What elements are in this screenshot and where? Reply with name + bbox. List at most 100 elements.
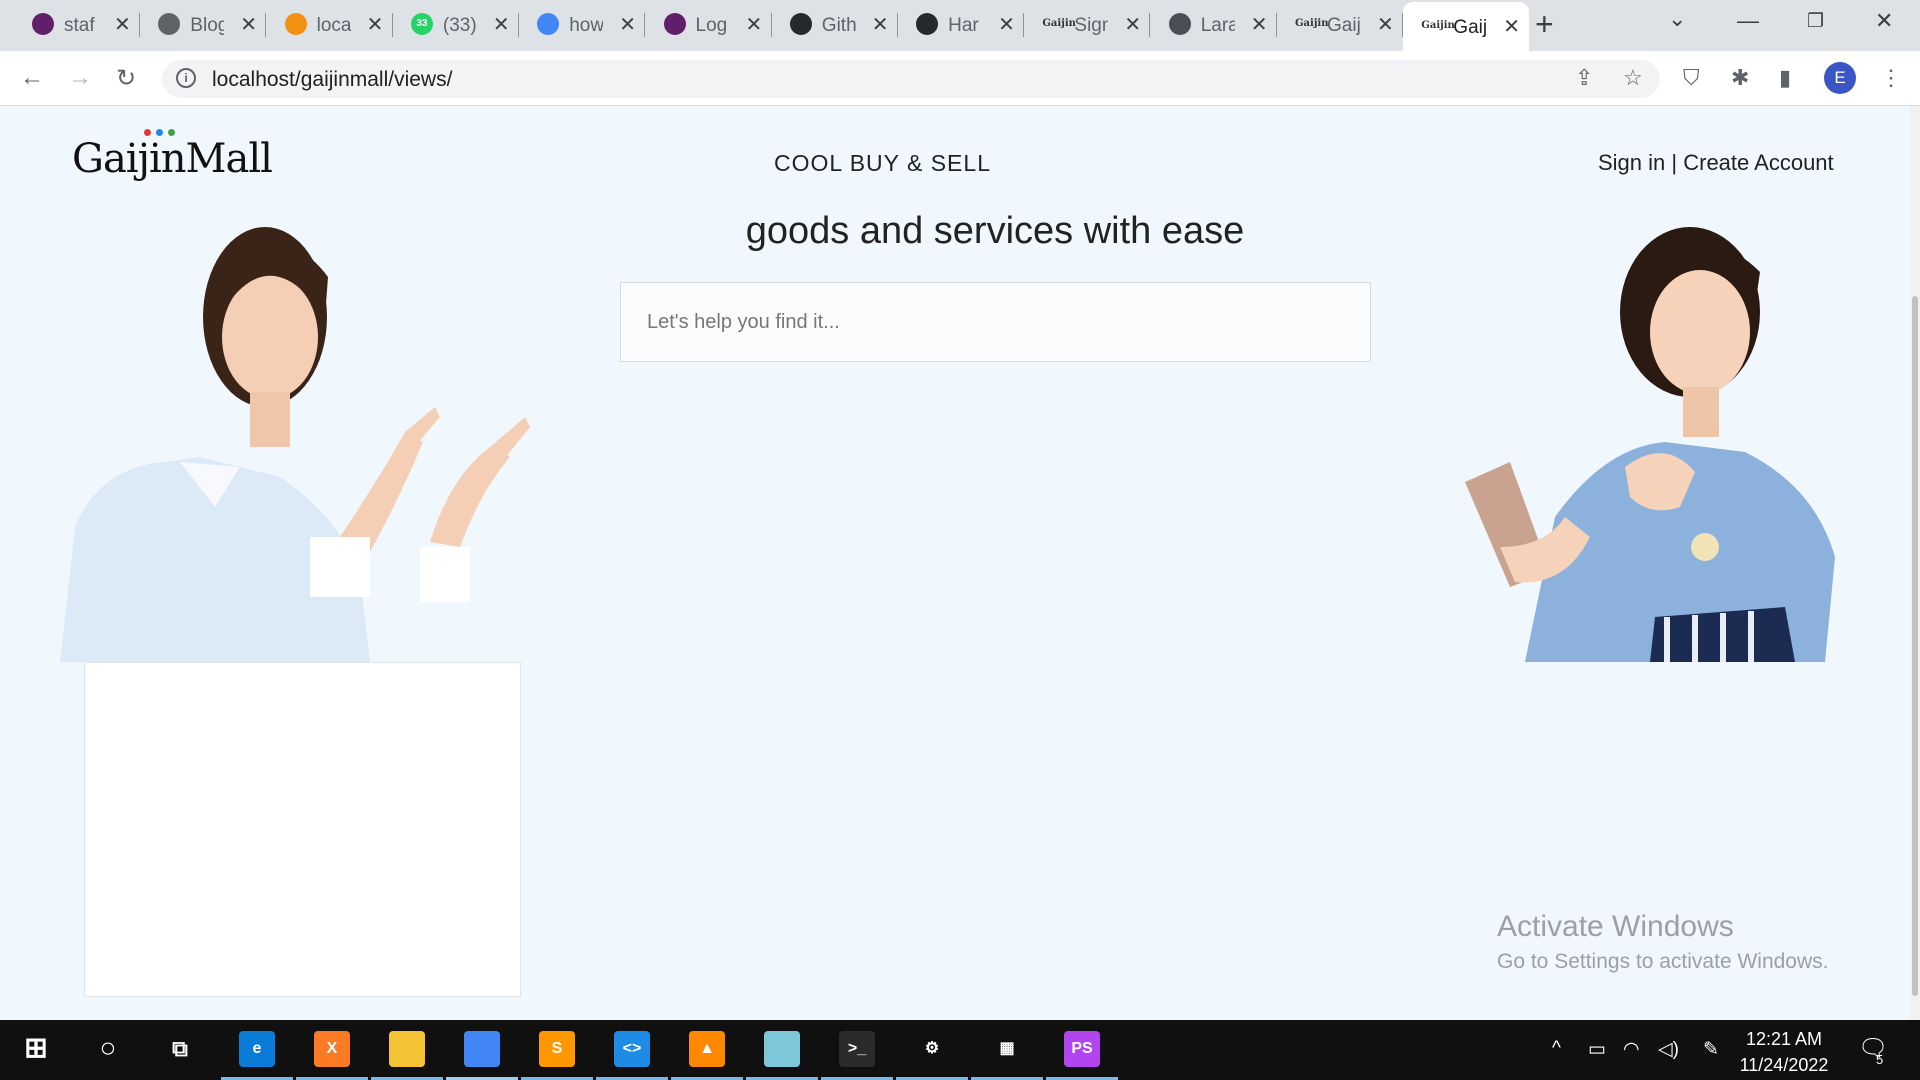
tab-search-icon[interactable]: ⌄	[1668, 6, 1686, 32]
tray-chevron-icon[interactable]: ^	[1552, 1038, 1561, 1060]
close-window-icon[interactable]: ✕	[1875, 8, 1893, 34]
site-info-icon[interactable]: i	[176, 68, 196, 88]
tab-title: staf	[64, 15, 95, 36]
notification-count: 5	[1876, 1052, 1884, 1067]
notification-center-icon[interactable]: 🗨	[1858, 1034, 1888, 1063]
site-tagline: COOL BUY & SELL	[774, 150, 991, 176]
page-icon	[1168, 13, 1191, 35]
gaijin-icon: Gaijin	[1295, 18, 1329, 29]
settings-icon[interactable]: ⚙	[914, 1031, 950, 1067]
page-scrollbar[interactable]	[1910, 106, 1920, 1020]
system-clock[interactable]: 12:21 AM 11/24/2022	[1738, 1026, 1830, 1078]
profile-avatar[interactable]: E	[1824, 62, 1856, 94]
page-viewport: GaijinMall COOL BUY & SELL Sign in | Cre…	[0, 106, 1920, 1020]
tab-close-icon[interactable]: ✕	[1251, 12, 1268, 37]
tab-close-icon[interactable]: ✕	[493, 12, 510, 37]
hero-woman-pointing-image	[60, 227, 530, 662]
notepad-icon[interactable]	[764, 1031, 800, 1067]
tab-close-icon[interactable]: ✕	[1124, 12, 1141, 37]
whatsapp-icon: 33	[410, 13, 433, 35]
new-tab-button[interactable]: +	[1535, 6, 1554, 43]
tab-close-icon[interactable]: ✕	[619, 12, 636, 37]
chrome-icon[interactable]	[464, 1031, 500, 1067]
github-icon	[916, 13, 939, 35]
browser-tab[interactable]: Log ✕	[646, 0, 772, 51]
browser-tab[interactable]: how ✕	[519, 0, 646, 51]
watermark-subtitle: Go to Settings to activate Windows.	[1497, 950, 1829, 973]
task-view-icon[interactable]: ⧉	[162, 1031, 198, 1067]
menu-kebab-icon[interactable]: ⋮	[1880, 65, 1902, 91]
gaijin-icon: Gaijin	[1042, 18, 1076, 29]
xampp-icon[interactable]: X	[314, 1031, 350, 1067]
phpstorm-icon[interactable]: PS	[1064, 1031, 1100, 1067]
slack-icon	[663, 13, 686, 35]
side-panel-icon[interactable]: ▮	[1779, 65, 1791, 91]
tab-close-icon[interactable]: ✕	[1503, 14, 1520, 39]
auth-divider: |	[1665, 150, 1684, 175]
tab-close-icon[interactable]: ✕	[746, 12, 763, 37]
tab-close-icon[interactable]: ✕	[872, 12, 889, 37]
terminal-icon[interactable]: >_	[839, 1031, 875, 1067]
globe-icon	[158, 13, 181, 35]
browser-tab[interactable]: loca ✕	[267, 0, 393, 51]
back-icon[interactable]: ←	[20, 64, 44, 92]
url-text[interactable]: localhost/gaijinmall/views/	[212, 68, 452, 92]
forward-icon[interactable]: →	[68, 64, 92, 92]
sign-in-link[interactable]: Sign in	[1598, 150, 1665, 175]
pen-icon[interactable]: ✎	[1703, 1038, 1719, 1061]
file-explorer-icon[interactable]	[389, 1031, 425, 1067]
tab-close-icon[interactable]: ✕	[114, 12, 131, 37]
tab-close-icon[interactable]: ✕	[367, 12, 384, 37]
vlc-icon[interactable]: ▲	[689, 1031, 725, 1067]
browser-tab[interactable]: Lara ✕	[1151, 0, 1277, 51]
tab-close-icon[interactable]: ✕	[998, 12, 1015, 37]
share-icon[interactable]: ⇪	[1575, 65, 1593, 91]
movies-icon[interactable]: ▦	[989, 1031, 1025, 1067]
wifi-icon[interactable]: ◠	[1623, 1038, 1640, 1061]
tab-title: Gaij	[1453, 17, 1488, 38]
reload-icon[interactable]: ↻	[116, 64, 136, 93]
browser-tab[interactable]: Gaijin Sign ✕	[1024, 0, 1151, 51]
cortana-search-icon[interactable]: ○	[90, 1031, 126, 1067]
brave-shield-icon[interactable]: ⛉	[1683, 65, 1700, 91]
tab-title: (33)	[442, 15, 477, 36]
site-logo[interactable]: GaijinMall	[72, 129, 273, 182]
browser-tab[interactable]: Har ✕	[898, 0, 1025, 51]
auth-links: Sign in | Create Account	[1598, 150, 1834, 176]
browser-tab[interactable]: 33 (33) ✕	[393, 0, 519, 51]
browser-tab[interactable]: Gaijin Gaij ✕	[1277, 0, 1403, 51]
phpmyadmin-icon	[284, 13, 307, 35]
logo-text: GaijinMall	[72, 136, 273, 182]
clock-date: 11/24/2022	[1739, 1055, 1829, 1075]
tab-title: Gith	[821, 15, 856, 36]
minimize-icon[interactable]: —	[1737, 8, 1759, 34]
extensions-icon[interactable]: ✱	[1731, 65, 1749, 91]
slack-icon	[32, 13, 54, 35]
restore-icon[interactable]: ❐	[1807, 10, 1824, 33]
github-icon	[789, 13, 812, 35]
tab-title: Sign	[1074, 15, 1109, 36]
browser-toolbar: ← → ↻ i localhost/gaijinmall/views/ ⇪ ☆ …	[0, 51, 1920, 106]
tab-title: loca	[316, 15, 351, 36]
vscode-icon[interactable]: <>	[614, 1031, 650, 1067]
tab-title: Lara	[1200, 15, 1235, 36]
create-account-link[interactable]: Create Account	[1683, 150, 1833, 175]
browser-tab[interactable]: Gaijin Gaij ✕	[1403, 2, 1530, 51]
edge-icon[interactable]: e	[239, 1031, 275, 1067]
windows-start-icon[interactable]: ⊞	[18, 1031, 54, 1067]
activate-windows-watermark: Activate Windows Go to Settings to activ…	[1497, 910, 1829, 974]
logo-dot	[144, 129, 151, 136]
sublime-text-icon[interactable]: S	[539, 1031, 575, 1067]
search-input[interactable]	[620, 282, 1371, 362]
tab-close-icon[interactable]: ✕	[1377, 12, 1394, 37]
battery-icon[interactable]: ▭	[1588, 1038, 1606, 1061]
tab-close-icon[interactable]: ✕	[240, 12, 257, 37]
volume-icon[interactable]: ◁)	[1658, 1038, 1679, 1061]
scrollbar-thumb[interactable]	[1912, 296, 1918, 996]
browser-tab[interactable]: staf ✕	[14, 0, 140, 51]
address-bar[interactable]: i localhost/gaijinmall/views/ ⇪ ☆	[162, 60, 1660, 98]
hero-heading: goods and services with ease	[745, 210, 1245, 252]
bookmark-star-icon[interactable]: ☆	[1623, 65, 1643, 91]
browser-tab[interactable]: Gith ✕	[772, 0, 898, 51]
browser-tab[interactable]: Blog ✕	[140, 0, 267, 51]
